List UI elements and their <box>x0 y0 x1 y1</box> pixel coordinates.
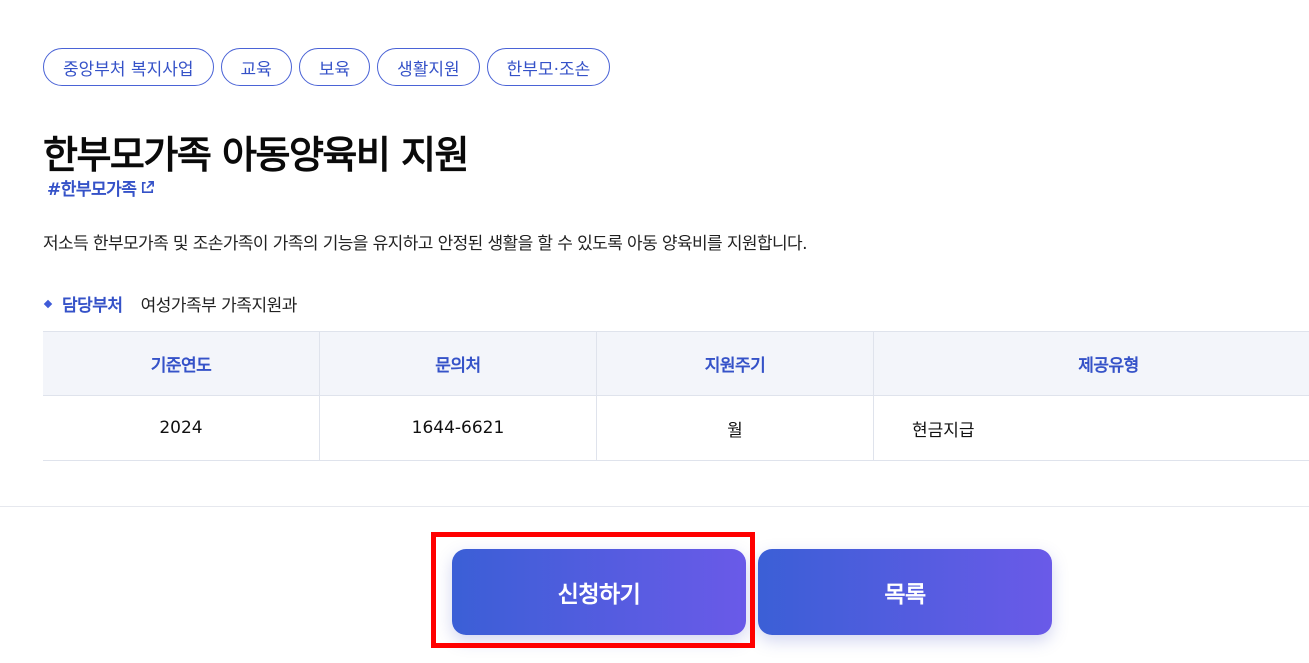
department-row: 담당부처 여성가족부 가족지원과 <box>43 291 297 316</box>
cell-support-cycle: 월 <box>596 395 874 461</box>
header-contact: 문의처 <box>319 331 597 396</box>
tag-education[interactable]: 교육 <box>220 48 292 86</box>
tag-single-parent[interactable]: 한부모·조손 <box>486 48 611 86</box>
list-button[interactable]: 목록 <box>758 549 1052 635</box>
header-provision-type: 제공유형 <box>873 331 1309 396</box>
diamond-bullet-icon <box>43 299 53 308</box>
cell-provision-type: 현금지급 <box>873 395 1309 461</box>
apply-button[interactable]: 신청하기 <box>452 549 746 635</box>
tag-central-welfare[interactable]: 중앙부처 복지사업 <box>43 48 214 86</box>
external-link-icon <box>142 181 155 194</box>
header-support-cycle: 지원주기 <box>596 331 874 396</box>
cell-contact: 1644-6621 <box>319 395 597 461</box>
department-label: 담당부처 <box>62 296 123 316</box>
department-value: 여성가족부 가족지원과 <box>140 296 298 316</box>
tag-living-support[interactable]: 생활지원 <box>377 48 480 86</box>
header-base-year: 기준연도 <box>43 331 320 396</box>
table-row: 2024 1644-6621 월 현금지급 <box>43 395 1309 461</box>
tag-childcare[interactable]: 보육 <box>298 48 371 86</box>
program-description: 저소득 한부모가족 및 조손가족이 가족의 기능을 유지하고 안정된 생활을 할… <box>43 234 808 254</box>
info-table: 기준연도 문의처 지원주기 제공유형 2024 1644-6621 월 현금지급 <box>43 331 1309 461</box>
hashtag-link[interactable]: #한부모가족 <box>47 175 155 200</box>
category-tags: 중앙부처 복지사업 교육 보육 생활지원 한부모·조손 <box>43 48 611 86</box>
page-title: 한부모가족 아동양육비 지원 <box>43 133 469 177</box>
section-divider <box>0 506 1309 507</box>
table-header-row: 기준연도 문의처 지원주기 제공유형 <box>43 331 1309 396</box>
hashtag-text: #한부모가족 <box>47 180 137 200</box>
cell-base-year: 2024 <box>43 395 320 461</box>
